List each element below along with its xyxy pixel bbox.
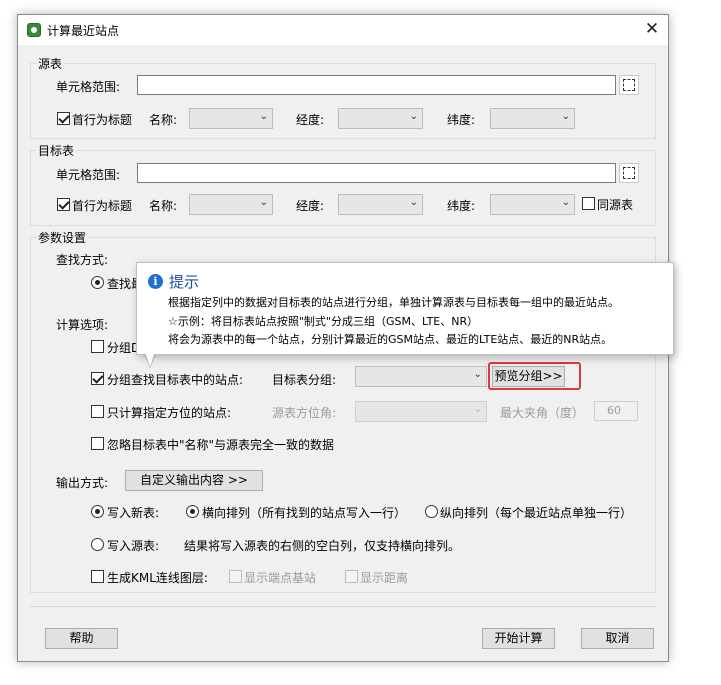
- calc-options-label: 计算选项:: [56, 318, 109, 332]
- target-name-combo[interactable]: ⌄: [189, 194, 273, 215]
- chevron-down-icon: ⌄: [409, 111, 418, 122]
- chevron-down-icon: ⌄: [561, 197, 570, 208]
- ignore-same-name-checkbox[interactable]: [91, 437, 104, 450]
- target-group-combo[interactable]: ⌄: [355, 366, 487, 387]
- source-lon-combo[interactable]: ⌄: [338, 108, 423, 129]
- kml-checkbox[interactable]: [91, 570, 104, 583]
- show-endpoint-checkbox[interactable]: [229, 570, 242, 583]
- chevron-down-icon: ⌄: [259, 197, 268, 208]
- write-new-label: 写入新表:: [107, 506, 160, 520]
- output-mode-label: 输出方式:: [56, 476, 109, 490]
- show-distance-label: 显示距离: [360, 571, 409, 585]
- group-lookup-label: 分组查找目标表中的站点:: [107, 373, 244, 387]
- max-angle-label: 最大夹角（度）: [500, 406, 585, 420]
- tooltip-line-1: 根据指定列中的数据对目标表的站点进行分组，单独计算源表与目标表每一组中的最近站点…: [168, 296, 619, 309]
- target-range-select-icon[interactable]: [619, 163, 639, 183]
- close-icon[interactable]: ✕: [640, 18, 664, 40]
- source-lon-label: 经度:: [296, 113, 325, 127]
- chevron-down-icon: ⌄: [409, 197, 418, 208]
- cancel-button[interactable]: 取消: [581, 628, 654, 649]
- source-range-select-icon[interactable]: [619, 75, 639, 95]
- source-group-label: 源表: [36, 55, 65, 72]
- group-lookup-checkbox[interactable]: [91, 372, 104, 385]
- group-option-checkbox[interactable]: [91, 340, 104, 353]
- target-lat-label: 纬度:: [447, 199, 476, 213]
- source-lat-label: 纬度:: [447, 113, 476, 127]
- target-lon-combo[interactable]: ⌄: [338, 194, 423, 215]
- show-endpoint-label: 显示端点基站: [244, 571, 317, 585]
- ignore-same-name-label: 忽略目标表中"名称"与源表完全一致的数据: [107, 438, 335, 452]
- start-button[interactable]: 开始计算: [482, 628, 555, 649]
- target-lon-label: 经度:: [296, 199, 325, 213]
- source-name-combo[interactable]: ⌄: [189, 108, 273, 129]
- write-source-label: 写入源表:: [107, 539, 160, 553]
- tooltip-line-2: ☆示例：将目标表站点按照"制式"分成三组（GSM、LTE、NR）: [168, 315, 479, 328]
- app-icon: [27, 23, 41, 37]
- vertical-label: 纵向排列（每个最近站点单独一行）: [440, 506, 633, 520]
- target-header-row-checkbox[interactable]: [57, 198, 70, 211]
- target-header-row-label: 首行为标题: [72, 199, 133, 213]
- direction-only-label: 只计算指定方位的站点:: [107, 406, 232, 420]
- source-range-input[interactable]: [137, 75, 616, 95]
- same-as-source-label: 同源表: [597, 198, 634, 212]
- lookup-mode-label: 查找方式:: [56, 253, 109, 267]
- chevron-down-icon: ⌄: [473, 404, 482, 415]
- vertical-radio[interactable]: [425, 505, 438, 518]
- max-angle-input[interactable]: 60: [594, 401, 638, 421]
- help-button[interactable]: 帮助: [45, 628, 118, 649]
- source-header-row-checkbox[interactable]: [57, 112, 70, 125]
- target-name-label: 名称:: [149, 199, 178, 213]
- target-group-label: 目标表: [36, 142, 77, 159]
- tooltip-tail-fill: [145, 352, 155, 367]
- source-direction-label: 源表方位角:: [272, 406, 337, 420]
- source-lat-combo[interactable]: ⌄: [490, 108, 575, 129]
- target-group-label: 目标表分组:: [272, 373, 337, 387]
- custom-output-button[interactable]: 自定义输出内容 >>: [125, 470, 263, 491]
- source-header-row-label: 首行为标题: [72, 113, 133, 127]
- title-bar: 计算最近站点 ✕: [18, 15, 668, 45]
- show-distance-checkbox[interactable]: [345, 570, 358, 583]
- lookup-nearest-radio[interactable]: [91, 276, 104, 289]
- source-name-label: 名称:: [149, 113, 178, 127]
- write-source-radio[interactable]: [91, 538, 104, 551]
- preview-group-button[interactable]: 预览分组>>: [492, 366, 565, 387]
- target-lat-combo[interactable]: ⌄: [490, 194, 575, 215]
- chevron-down-icon: ⌄: [473, 369, 482, 380]
- tooltip-title: 提示: [169, 273, 200, 291]
- kml-label: 生成KML连线图层:: [107, 571, 208, 585]
- window-title: 计算最近站点: [47, 24, 120, 38]
- write-source-note: 结果将写入源表的右侧的空白列，仅支持横向排列。: [184, 539, 461, 553]
- target-range-label: 单元格范围:: [56, 168, 121, 182]
- tooltip-line-3: 将会为源表中的每一个站点，分别计算最近的GSM站点、最近的LTE站点、最近的NR…: [168, 333, 613, 346]
- chevron-down-icon: ⌄: [561, 111, 570, 122]
- target-range-input[interactable]: [137, 163, 616, 183]
- source-direction-combo[interactable]: ⌄: [355, 401, 487, 422]
- params-group-label: 参数设置: [36, 229, 89, 246]
- chevron-down-icon: ⌄: [259, 111, 268, 122]
- direction-only-checkbox[interactable]: [91, 405, 104, 418]
- info-icon: i: [148, 274, 163, 289]
- write-new-radio[interactable]: [91, 505, 104, 518]
- source-range-label: 单元格范围:: [56, 80, 121, 94]
- footer-divider: [30, 606, 656, 607]
- horizontal-radio[interactable]: [186, 505, 199, 518]
- horizontal-label: 横向排列（所有找到的站点写入一行）: [202, 506, 407, 520]
- same-as-source-checkbox[interactable]: [582, 197, 595, 210]
